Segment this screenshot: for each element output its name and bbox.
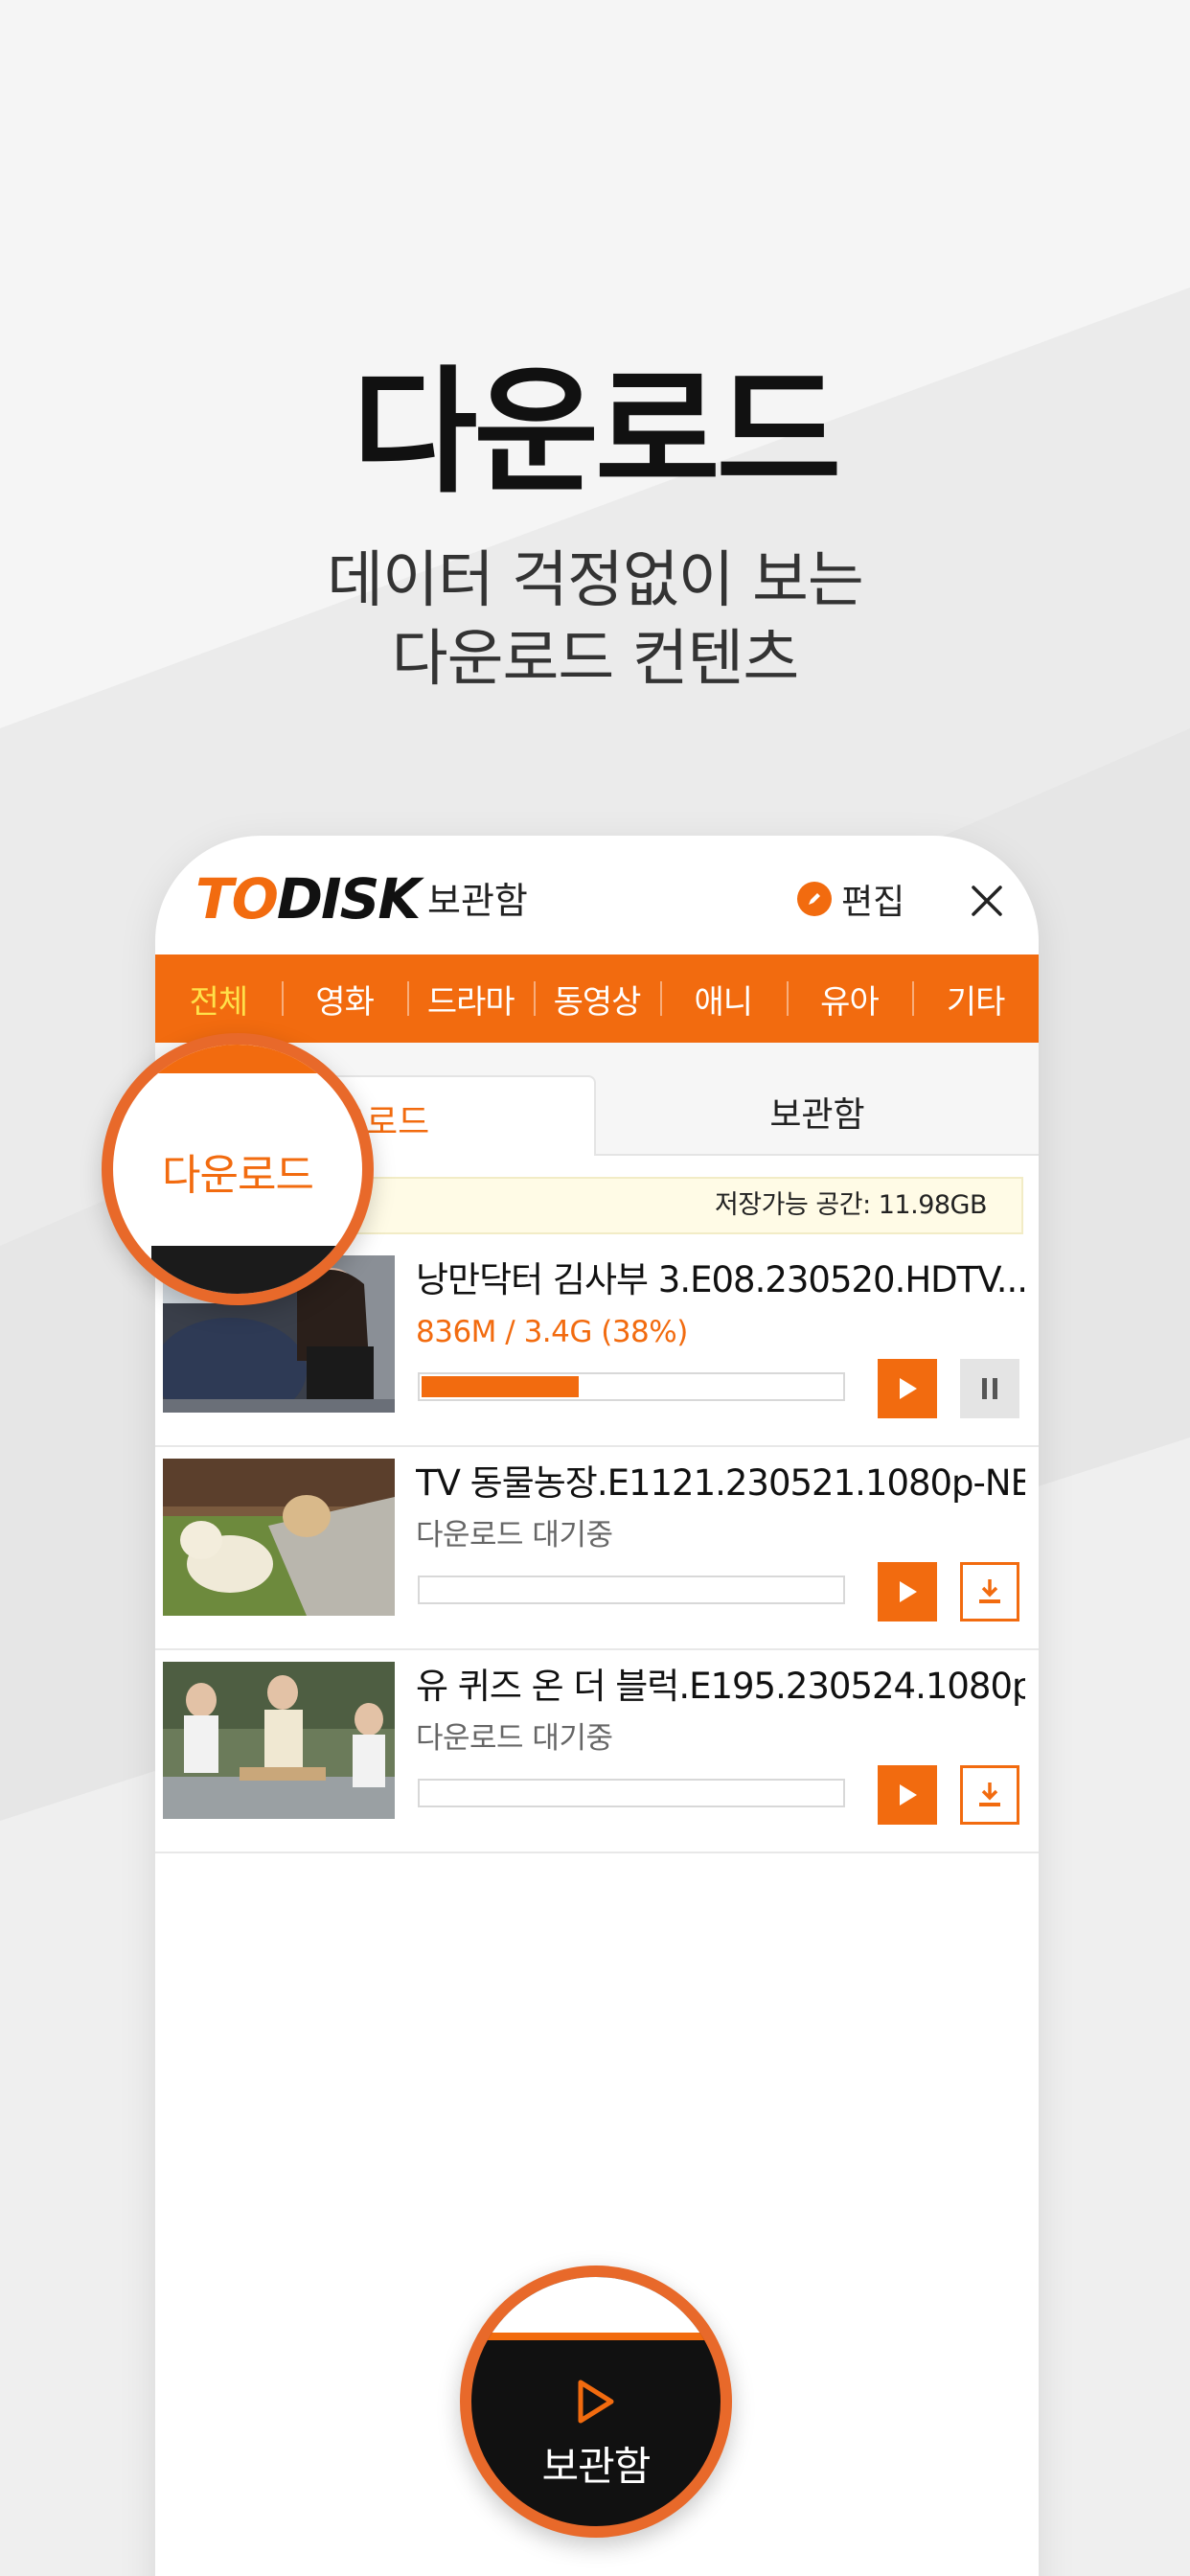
download-icon (979, 1782, 1000, 1806)
page-title: 보관함 (427, 880, 528, 922)
magnifier-top-area (471, 2277, 721, 2333)
tab-video[interactable]: 동영상 (534, 954, 660, 1043)
download-button[interactable] (960, 1765, 1019, 1825)
magnifier-download-label: 다운로드 (162, 1151, 314, 1200)
edit-button[interactable]: 편집 (797, 872, 904, 926)
progress-bar (418, 1576, 845, 1604)
headline: 다운로드 (352, 354, 842, 512)
edit-label: 편집 (841, 883, 905, 922)
magnifier-download-tab: 다운로드 (102, 1033, 374, 1305)
tab-drama[interactable]: 드라마 (407, 954, 534, 1043)
download-status: 다운로드 대기중 (416, 1518, 613, 1552)
play-icon (900, 1581, 917, 1602)
video-title: 유 퀴즈 온 더 블럭.E195.230524.1080p... (416, 1666, 1025, 1707)
play-button[interactable] (878, 1359, 937, 1418)
category-tabs: 전체 영화 드라마 동영상 애니 유아 기타 (155, 954, 1039, 1043)
tab-etc[interactable]: 기타 (912, 954, 1039, 1043)
tab-kids[interactable]: 유아 (786, 954, 913, 1043)
app-header: TODISK 보관함 편집 (155, 836, 1039, 954)
video-thumbnail (163, 1459, 395, 1616)
pause-icon (982, 1378, 997, 1399)
list-item[interactable]: TV 동물농장.E1121.230521.1080p-NEX... 다운로드 대… (155, 1447, 1039, 1650)
progress-fill (422, 1376, 579, 1397)
subheadline-line-1: 데이터 걱정없이 보는 (327, 545, 864, 616)
tab-storage[interactable]: 보관함 (596, 1075, 1039, 1156)
play-icon (900, 1378, 917, 1399)
play-button[interactable] (878, 1765, 937, 1825)
pencil-icon (797, 882, 832, 916)
play-outline-icon (578, 2380, 614, 2424)
magnifier-category-band (113, 1045, 362, 1073)
download-status: 836M / 3.4G (38%) (416, 1315, 688, 1349)
download-icon (979, 1579, 1000, 1603)
magnifier-orange-stripe (471, 2333, 721, 2340)
play-icon (900, 1784, 917, 1806)
magnifier-storage-button[interactable]: 보관함 (460, 2266, 732, 2538)
progress-bar (418, 1372, 845, 1401)
progress-bar (418, 1779, 845, 1807)
magnifier-storage-label: 보관함 (541, 2443, 652, 2490)
play-button[interactable] (878, 1562, 937, 1622)
tab-all[interactable]: 전체 (155, 954, 282, 1043)
video-title: TV 동물농장.E1121.230521.1080p-NEX... (416, 1462, 1025, 1504)
list-item[interactable]: 유 퀴즈 온 더 블럭.E195.230524.1080p... 다운로드 대기… (155, 1650, 1039, 1853)
close-icon[interactable] (968, 882, 1006, 920)
pause-button[interactable] (960, 1359, 1019, 1418)
tab-movie[interactable]: 영화 (281, 954, 408, 1043)
tab-anime[interactable]: 애니 (659, 954, 787, 1043)
download-button[interactable] (960, 1562, 1019, 1622)
video-title: 낭만닥터 김사부 3.E08.230520.HDTV.... (416, 1259, 1025, 1300)
download-status: 다운로드 대기중 (416, 1721, 613, 1756)
video-thumbnail (163, 1662, 395, 1819)
subheadline-line-2: 다운로드 컨텐츠 (391, 624, 800, 695)
todisk-logo: TODISK (195, 866, 421, 932)
